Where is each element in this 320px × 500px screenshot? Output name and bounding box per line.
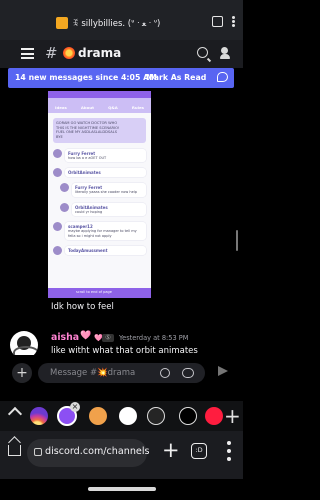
- channel-header: # drama: [0, 40, 243, 68]
- reddit-icon[interactable]: [119, 407, 137, 425]
- heart-emoji: 🩷: [80, 331, 92, 341]
- server-icon: [56, 17, 68, 29]
- message-input[interactable]: Message #💥drama: [38, 363, 205, 383]
- attachment-tab: Q&A: [108, 105, 118, 110]
- image-attachment[interactable]: Ideas About Q&A Rules GORAM GO WATCH DOC…: [48, 91, 151, 298]
- channel-hash-icon: #: [45, 44, 58, 62]
- quote-line: BYE: [56, 135, 63, 140]
- channel-name: drama: [78, 46, 122, 60]
- mark-as-read-button[interactable]: Mark As Read: [146, 73, 206, 82]
- tab-title: ꉂ sillybillies. (ᐡ ᐧ ﻌ ᐧ ᐡ): [56, 16, 160, 30]
- attachment-header: Ideas About Q&A Rules: [48, 91, 151, 113]
- add-tab-button[interactable]: +: [224, 404, 241, 428]
- brave-icon[interactable]: [89, 407, 107, 425]
- browser-tabs-strip: × +: [0, 401, 243, 431]
- more-vertical-icon[interactable]: [227, 441, 231, 461]
- attachment-post: Furry Ferret literally yaaas she cooder n…: [60, 183, 146, 197]
- spark-icon: [63, 47, 75, 59]
- url-text: discord.com/channels: [45, 446, 150, 457]
- attachment-post: Furry Ferret how ba a e aOET OUT: [53, 148, 146, 163]
- tab-actions: [212, 16, 235, 27]
- home-icon[interactable]: [8, 445, 21, 456]
- attachment-post: scamper12 maybe applying for manager to t…: [53, 222, 146, 241]
- scrollbar-thumb[interactable]: [236, 230, 238, 251]
- chevron-up-icon[interactable]: [7, 406, 23, 422]
- attachment-post-author: OrbitAnimates: [68, 170, 101, 176]
- attachment-post-text: maybe applying for manager to tell my fe…: [68, 229, 137, 238]
- plus-button[interactable]: +: [12, 363, 32, 383]
- tab-switcher-button[interactable]: :D: [191, 443, 207, 459]
- attachment-tab: Ideas: [55, 105, 67, 110]
- mark-read-icon[interactable]: [217, 72, 228, 82]
- lock-icon[interactable]: [212, 16, 223, 27]
- send-icon[interactable]: [218, 366, 228, 376]
- attachment-post: OrbitAnimates: [53, 168, 146, 178]
- message-list[interactable]: Ideas About Q&A Rules GORAM GO WATCH DOC…: [0, 88, 243, 380]
- dark-app-icon[interactable]: [147, 407, 165, 425]
- red-app-icon[interactable]: [205, 407, 223, 425]
- home-indicator[interactable]: [88, 487, 156, 491]
- attachment-post-text: could yr hoping: [75, 209, 103, 214]
- attachment-avatar: [53, 148, 62, 158]
- attachment-avatar: [60, 202, 69, 212]
- search-icon[interactable]: [197, 47, 208, 58]
- attachment-avatar: [53, 246, 62, 256]
- channel-title[interactable]: drama: [63, 46, 121, 60]
- new-messages-banner[interactable]: 14 new messages since 4:05 AM Mark As Re…: [8, 68, 234, 88]
- new-messages-text: 14 new messages since 4:05 AM: [15, 73, 157, 82]
- attachment-avatar: [53, 222, 62, 232]
- gamepad-icon[interactable]: [182, 368, 194, 378]
- message-composer: + Message #💥drama: [0, 355, 243, 391]
- x-icon[interactable]: [179, 407, 197, 425]
- url-field[interactable]: discord.com/channels: [27, 439, 150, 467]
- attachment-post-text: how ba a e aOET OUT: [68, 155, 107, 160]
- attachment-footer: scroll to end of page: [48, 288, 151, 298]
- message-placeholder: Message #💥drama: [50, 368, 136, 378]
- message-timestamp: Yesterday at 8:53 PM: [119, 334, 189, 342]
- attachment-post-text: literally yaaas she cooder now help: [75, 190, 137, 195]
- attachment-post-author: TodayAmussment: [68, 248, 108, 254]
- attachment-footer-text: scroll to end of page: [76, 290, 112, 294]
- message-author[interactable]: aisha: [51, 332, 79, 343]
- gesture-bar: [0, 479, 243, 500]
- server-badge: Ⓢ: [102, 334, 114, 342]
- emoji-icon[interactable]: [160, 368, 170, 378]
- attachment-avatar: [53, 168, 62, 178]
- message-caption: Idk how to feel: [51, 302, 114, 312]
- attachment-tab: About: [80, 105, 95, 110]
- members-icon[interactable]: [220, 47, 234, 59]
- hamburger-icon[interactable]: [21, 48, 34, 59]
- close-icon[interactable]: ×: [70, 402, 80, 412]
- new-tab-button[interactable]: +: [162, 438, 180, 462]
- attachment-quote: GORAM GO WATCH DOCTOR WHO THIS IS THE NI…: [53, 118, 146, 143]
- attachment-post: TodayAmussment: [53, 246, 146, 256]
- browser-address-bar: discord.com/channels + :D: [0, 431, 243, 479]
- attachment-avatar: [60, 183, 69, 193]
- attachment-tab: Rules: [131, 105, 144, 110]
- tab-title-text: ꉂ sillybillies. (ᐡ ᐧ ﻌ ᐧ ᐡ): [72, 18, 161, 29]
- instagram-icon[interactable]: [30, 407, 48, 425]
- site-info-icon[interactable]: [34, 448, 42, 456]
- attachment-post: OrbitAnimates could yr hoping: [60, 202, 146, 217]
- more-vertical-icon[interactable]: [232, 16, 235, 27]
- browser-top-tab: ꉂ sillybillies. (ᐡ ᐧ ﻌ ᐧ ᐡ): [0, 0, 243, 40]
